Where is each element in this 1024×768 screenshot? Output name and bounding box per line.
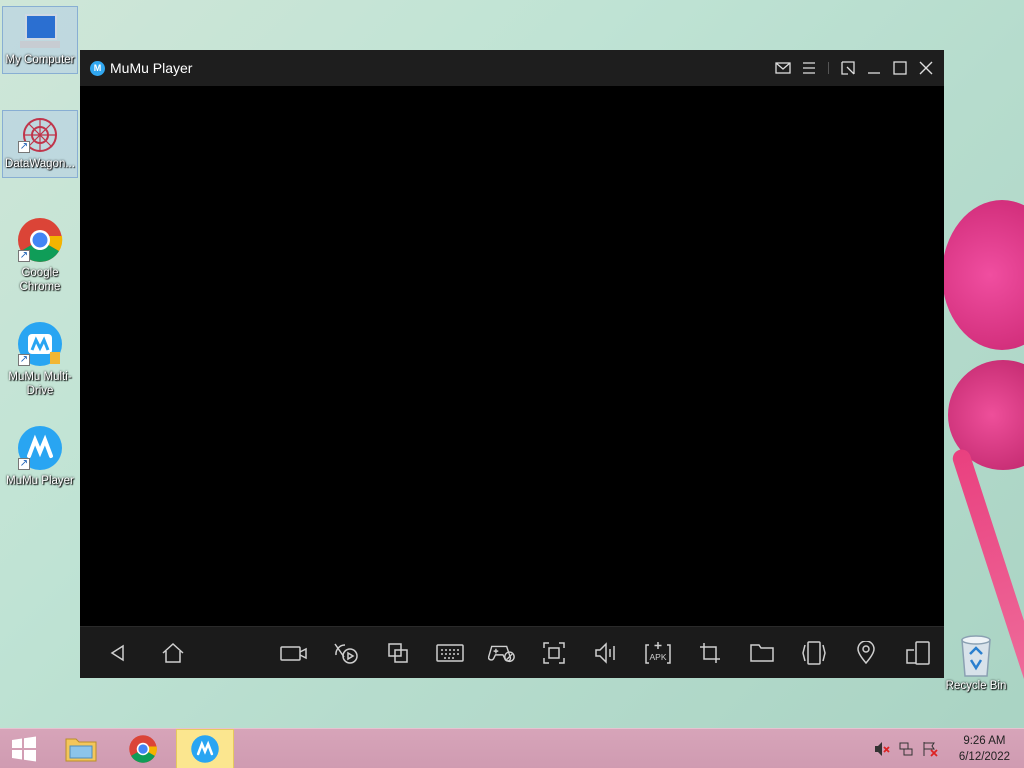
maximize-icon[interactable]	[890, 58, 910, 78]
desktop-icon-label: My Computer	[5, 54, 75, 66]
window-title: MuMu Player	[110, 60, 193, 76]
chrome-icon	[129, 735, 157, 763]
titlebar-divider	[828, 62, 829, 74]
mumu-player-icon	[191, 735, 219, 763]
volume-muted-icon[interactable]	[874, 741, 890, 757]
keyboard-icon[interactable]	[436, 639, 464, 667]
taskbar-chrome[interactable]	[118, 729, 168, 768]
folder-icon[interactable]	[748, 639, 776, 667]
back-icon[interactable]	[104, 639, 132, 667]
crop-icon[interactable]	[696, 639, 724, 667]
clock-time: 9:26 AM	[963, 735, 1006, 747]
desktop-icon-label: MuMu Multi-Drive	[8, 371, 72, 397]
datawagon-icon: ↗	[16, 115, 64, 155]
taskbar: 9:26 AM 6/12/2022	[0, 728, 1024, 768]
windows-logo-icon	[12, 736, 36, 762]
video-record-icon[interactable]	[280, 639, 308, 667]
install-apk-icon[interactable]: APK	[644, 639, 672, 667]
desktop-icon-mumu-player[interactable]: ↗ MuMu Player	[2, 420, 78, 488]
operation-record-icon[interactable]	[332, 639, 360, 667]
mumu-logo-icon: M	[90, 60, 105, 76]
desktop-icon-label: Recycle Bin	[945, 680, 1007, 692]
desktop-icon-label: DataWagon...	[5, 158, 75, 170]
desktop-icon-recycle-bin[interactable]: Recycle Bin	[940, 630, 1012, 692]
emulator-toolbar: APK	[80, 626, 944, 678]
clock-date: 6/12/2022	[958, 751, 1010, 763]
mumu-player-icon: ↗	[16, 424, 64, 472]
desktop-icon-label: MuMu Player	[6, 475, 74, 487]
chrome-icon: ↗	[16, 216, 64, 264]
emulator-screen[interactable]	[80, 86, 944, 626]
file-explorer-icon	[65, 738, 97, 762]
taskbar-file-explorer[interactable]	[56, 729, 106, 768]
mumu-player-window: M MuMu Player APK	[80, 50, 944, 678]
network-icon[interactable]	[898, 741, 914, 757]
location-icon[interactable]	[852, 639, 880, 667]
start-button[interactable]	[0, 729, 48, 768]
pin-icon[interactable]	[838, 58, 858, 78]
desktop-icon-datawagon[interactable]: ↗ DataWagon...	[2, 110, 78, 178]
desktop-icon-my-computer[interactable]: My Computer	[2, 6, 78, 74]
desktop-icon-label: Google Chrome	[19, 267, 61, 293]
mail-icon[interactable]	[773, 58, 793, 78]
shake-icon[interactable]	[800, 639, 828, 667]
gamepad-icon[interactable]	[488, 639, 516, 667]
desktop-icon-mumu-multi-drive[interactable]: ↗ MuMu Multi-Drive	[2, 316, 78, 398]
mumu-multi-drive-icon: ↗	[16, 320, 64, 368]
minimize-icon[interactable]	[864, 58, 884, 78]
computer-icon	[16, 11, 64, 51]
svg-text:APK: APK	[649, 652, 666, 662]
multi-window-icon[interactable]	[384, 639, 412, 667]
rotate-icon[interactable]	[904, 639, 932, 667]
taskbar-mumu-player[interactable]	[176, 729, 234, 768]
desktop-icon-google-chrome[interactable]: ↗ Google Chrome	[2, 212, 78, 294]
recycle-bin-icon	[956, 632, 996, 678]
close-icon[interactable]	[916, 58, 936, 78]
menu-icon[interactable]	[799, 58, 819, 78]
action-center-flag-icon[interactable]	[922, 741, 938, 757]
window-titlebar[interactable]: M MuMu Player	[80, 50, 944, 86]
volume-icon[interactable]	[592, 639, 620, 667]
home-icon[interactable]	[159, 639, 187, 667]
taskbar-clock[interactable]: 9:26 AM 6/12/2022	[959, 733, 1010, 765]
fullscreen-icon[interactable]	[540, 639, 568, 667]
